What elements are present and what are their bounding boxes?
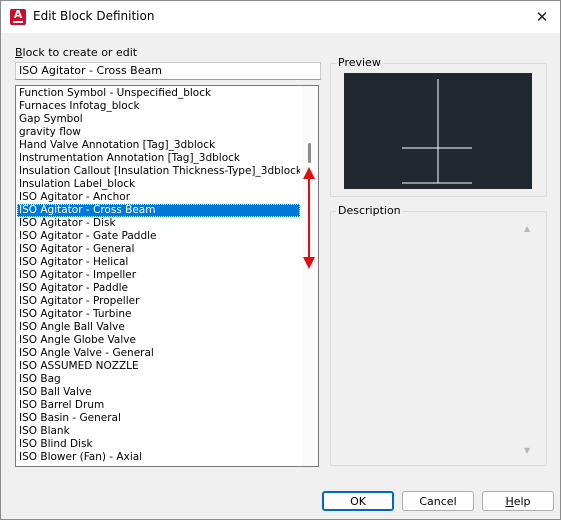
- block-list[interactable]: Function Symbol - Unspecified_block Furna…: [15, 85, 319, 467]
- autocad-app-icon: A: [10, 9, 26, 25]
- list-item[interactable]: ISO Blower (Fan) - Axial: [17, 451, 300, 464]
- list-item[interactable]: Furnaces Infotag_block: [17, 100, 300, 113]
- close-icon: ✕: [535, 8, 549, 26]
- description-label: Description: [336, 204, 403, 217]
- block-list-scrollbar[interactable]: [302, 86, 318, 466]
- list-item[interactable]: ISO Barrel Drum: [17, 399, 300, 412]
- ok-button[interactable]: OK: [322, 491, 394, 511]
- list-item[interactable]: ISO Blank: [17, 425, 300, 438]
- list-item[interactable]: ISO Angle Valve - General: [17, 347, 300, 360]
- list-item[interactable]: ISO Basin - General: [17, 412, 300, 425]
- list-item[interactable]: ISO Agitator - Disk: [17, 217, 300, 230]
- description-text-area[interactable]: [334, 218, 540, 464]
- list-item[interactable]: Gap Symbol: [17, 113, 300, 126]
- cancel-button[interactable]: Cancel: [402, 491, 474, 511]
- edit-block-definition-dialog: A Edit Block Definition ✕ Block to creat…: [0, 0, 561, 520]
- list-item[interactable]: ISO Agitator - Impeller: [17, 269, 300, 282]
- close-button[interactable]: ✕: [529, 5, 555, 29]
- list-item[interactable]: Instrumentation Annotation [Tag]_3dblock: [17, 152, 300, 165]
- list-item[interactable]: ISO Ball Valve: [17, 386, 300, 399]
- list-item[interactable]: ISO Agitator - General: [17, 243, 300, 256]
- description-scrollbar[interactable]: ▲ ▼: [521, 218, 537, 464]
- list-item[interactable]: ISO Agitator - Paddle: [17, 282, 300, 295]
- list-item[interactable]: gravity flow: [17, 126, 300, 139]
- list-item[interactable]: ISO Angle Ball Valve: [17, 321, 300, 334]
- list-item[interactable]: ISO Agitator - Propeller: [17, 295, 300, 308]
- preview-label: Preview: [336, 56, 383, 69]
- block-name-input[interactable]: [15, 62, 321, 80]
- scroll-up-icon[interactable]: ▲: [524, 224, 530, 233]
- block-preview-canvas: [344, 73, 532, 189]
- list-item[interactable]: ISO Agitator - Turbine: [17, 308, 300, 321]
- list-item[interactable]: ISO Agitator - Gate Paddle: [17, 230, 300, 243]
- list-item[interactable]: Insulation Callout [Insulation Thickness…: [17, 165, 300, 178]
- dialog-title: Edit Block Definition: [33, 9, 155, 23]
- list-item[interactable]: Hand Valve Annotation [Tag]_3dblock: [17, 139, 300, 152]
- help-button[interactable]: Help: [482, 491, 554, 511]
- list-item[interactable]: Function Symbol - Unspecified_block: [17, 87, 300, 100]
- scrollbar-thumb[interactable]: [308, 143, 311, 163]
- list-item[interactable]: ISO Agitator - Anchor: [17, 191, 300, 204]
- list-item[interactable]: ISO Angle Globe Valve: [17, 334, 300, 347]
- block-field-label: Block to create or edit: [15, 46, 138, 59]
- cross-beam-preview-graphic: [402, 79, 472, 184]
- title-bar: A Edit Block Definition ✕: [1, 1, 560, 33]
- block-list-items: Function Symbol - Unspecified_block Furna…: [17, 87, 300, 464]
- list-item[interactable]: ISO Blind Disk: [17, 438, 300, 451]
- list-item[interactable]: ISO Agitator - Cross Beam: [17, 204, 300, 217]
- list-item[interactable]: Insulation Label_block: [17, 178, 300, 191]
- list-item[interactable]: ISO Agitator - Helical: [17, 256, 300, 269]
- list-item[interactable]: ISO Bag: [17, 373, 300, 386]
- list-item[interactable]: ISO ASSUMED NOZZLE: [17, 360, 300, 373]
- scroll-down-icon[interactable]: ▼: [524, 446, 530, 455]
- red-double-arrow-annotation: [303, 167, 315, 269]
